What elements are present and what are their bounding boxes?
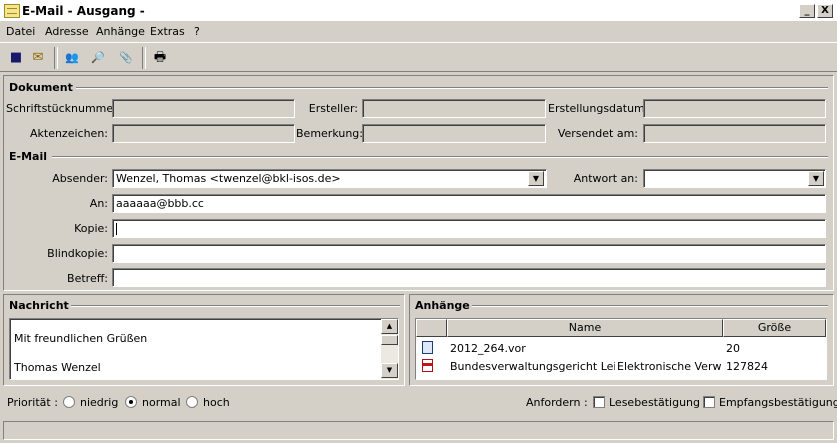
prioritaet-hoch-label[interactable]: hoch (203, 396, 230, 409)
an-input[interactable]: aaaaaa@bbb.cc (112, 194, 826, 213)
column-header-name[interactable]: Name (447, 319, 723, 337)
minimize-button[interactable]: _ (799, 4, 815, 18)
menu-datei[interactable]: Datei (6, 25, 35, 38)
attachments-list[interactable]: Name Größe 2012_264.vor 20 Bundesverwalt… (415, 318, 827, 380)
menu-help[interactable]: ? (194, 25, 200, 38)
attachment-description: Elektronische Verwaltu (617, 360, 722, 373)
schriftstuecknummer-label: Schriftstücknummer: (6, 102, 122, 115)
prioritaet-niedrig-label[interactable]: niedrig (80, 396, 118, 409)
open-mail-icon[interactable]: ✉ (28, 48, 48, 68)
email-divider (52, 156, 828, 158)
attachment-size: 127824 (726, 360, 768, 373)
ersteller-field (362, 99, 546, 118)
absender-label: Absender: (52, 172, 108, 185)
kopie-input[interactable] (112, 219, 826, 238)
prioritaet-label: Priorität : (7, 396, 58, 409)
nachricht-textarea[interactable]: Mit freundlichen Grüßen Thomas Wenzel ▲ … (9, 318, 399, 380)
column-header-size[interactable]: Größe (723, 319, 826, 337)
toolbar-separator (54, 47, 58, 69)
address-book-icon[interactable]: 👥 (62, 48, 82, 68)
table-row[interactable]: 2012_264.vor 20 (416, 340, 826, 358)
message-scrollbar[interactable]: ▲ ▼ (381, 319, 398, 379)
bemerkung-field (362, 124, 546, 143)
search-address-icon[interactable]: 🔎 (88, 48, 108, 68)
mail-app-icon (4, 4, 20, 18)
versendet-am-label: Versendet am: (557, 127, 638, 140)
antwort-an-dropdown-button[interactable]: ▼ (808, 171, 824, 186)
nachricht-heading: Nachricht (9, 299, 69, 312)
versendet-am-field (643, 124, 826, 143)
window-title: E-Mail - Ausgang - (22, 4, 145, 18)
close-button[interactable]: X (817, 4, 833, 18)
title-bar: E-Mail - Ausgang - _ X (0, 0, 837, 22)
table-row[interactable]: Bundesverwaltungsgericht Leipzig Elektro… (416, 358, 826, 376)
prioritaet-normal-radio[interactable] (125, 396, 137, 408)
aktenzeichen-field (112, 124, 295, 143)
message-line: Thomas Wenzel (14, 361, 101, 374)
empfangsbestaetigung-label[interactable]: Empfangsbestätigung (719, 396, 837, 409)
erstellungsdatum-field (643, 99, 826, 118)
attach-icon[interactable]: 📎 (116, 48, 136, 68)
an-label: An: (89, 197, 108, 210)
menu-bar: Datei Adresse Anhänge Extras ? (0, 22, 837, 41)
anhaenge-heading: Anhänge (415, 299, 470, 312)
erstellungsdatum-label: Erstellungsdatum: (548, 102, 649, 115)
print-icon[interactable]: 🖶 (150, 48, 170, 68)
absender-select[interactable]: Wenzel, Thomas <twenzel@bkl-isos.de> (112, 169, 547, 188)
aktenzeichen-label: Aktenzeichen: (29, 127, 108, 140)
column-header-icon[interactable] (416, 319, 447, 337)
betreff-input[interactable] (112, 268, 826, 287)
absender-dropdown-button[interactable]: ▼ (528, 171, 544, 186)
prioritaet-normal-label[interactable]: normal (142, 396, 181, 409)
an-value: aaaaaa@bbb.cc (116, 197, 204, 210)
nachricht-divider (71, 305, 400, 307)
empfangsbestaetigung-checkbox[interactable] (703, 396, 715, 408)
blindkopie-input[interactable] (112, 244, 826, 263)
scroll-down-button[interactable]: ▼ (381, 363, 398, 378)
file-icon (422, 341, 433, 354)
prioritaet-hoch-radio[interactable] (186, 396, 198, 408)
bemerkung-label: Bemerkung: (296, 127, 363, 140)
attachment-name: 2012_264.vor (450, 342, 526, 355)
betreff-label: Betreff: (67, 272, 108, 285)
toolbar: ■ ✉ 👥 🔎 📎 🖶 (0, 42, 837, 72)
anfordern-label: Anfordern : (526, 396, 588, 409)
dokument-divider (76, 87, 828, 89)
text-cursor (116, 223, 117, 235)
absender-value: Wenzel, Thomas <twenzel@bkl-isos.de> (116, 172, 341, 185)
antwort-an-select[interactable] (643, 169, 826, 188)
kopie-label: Kopie: (74, 222, 108, 235)
prioritaet-niedrig-radio[interactable] (63, 396, 75, 408)
ersteller-label: Ersteller: (308, 102, 358, 115)
attachment-size: 20 (726, 342, 740, 355)
message-line: Mit freundlichen Grüßen (14, 332, 148, 345)
toolbar-separator (142, 47, 146, 69)
dokument-heading: Dokument (9, 81, 73, 94)
menu-extras[interactable]: Extras (150, 25, 185, 38)
schriftstuecknummer-field (112, 99, 295, 118)
antwort-an-label: Antwort an: (573, 172, 638, 185)
pdf-icon-band (423, 363, 432, 366)
scroll-up-button[interactable]: ▲ (381, 319, 398, 334)
anhaenge-divider (472, 305, 828, 307)
save-icon[interactable]: ■ (6, 48, 26, 68)
menu-adresse[interactable]: Adresse (45, 25, 89, 38)
menu-anhaenge[interactable]: Anhänge (96, 25, 145, 38)
lesebestaetigung-label[interactable]: Lesebestätigung (609, 396, 700, 409)
status-bar (3, 421, 834, 440)
lesebestaetigung-checkbox[interactable] (593, 396, 605, 408)
scroll-thumb[interactable] (381, 335, 398, 345)
blindkopie-label: Blindkopie: (47, 247, 108, 260)
email-heading: E-Mail (9, 150, 47, 163)
attachment-name: Bundesverwaltungsgericht Leipzig (450, 360, 615, 373)
